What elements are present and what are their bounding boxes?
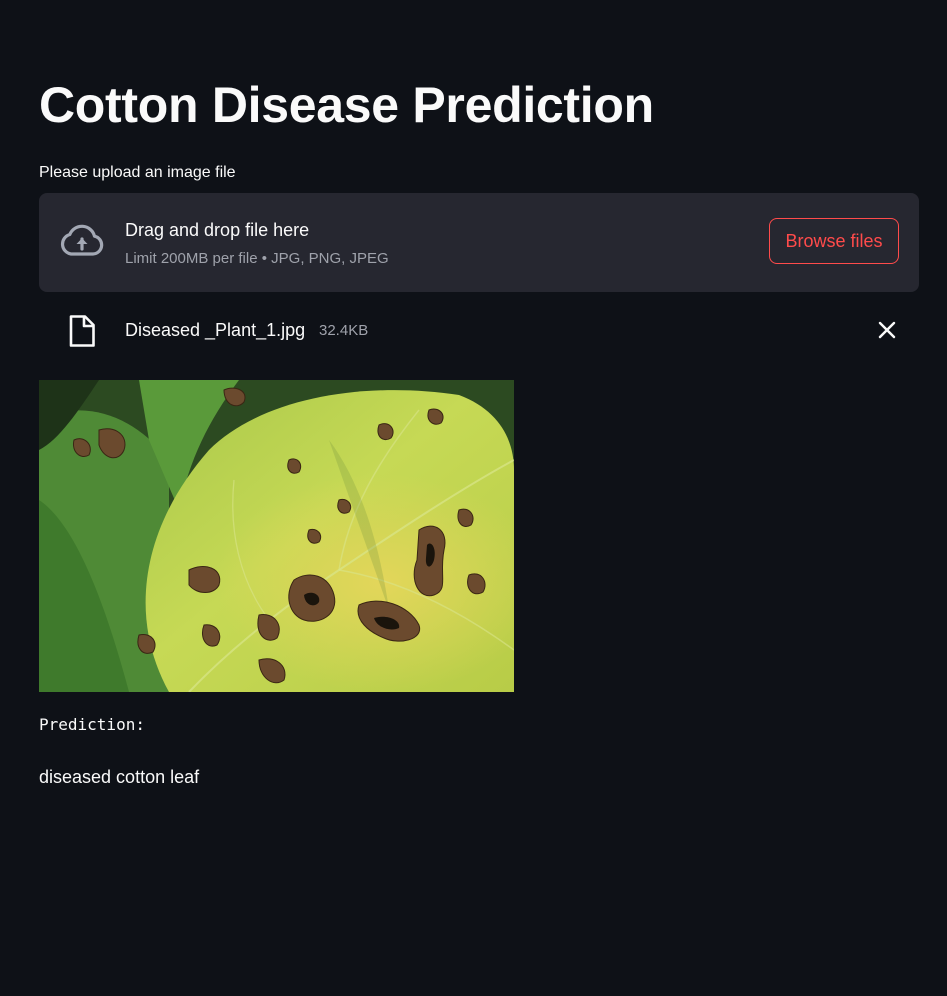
dropzone-limit-text: Limit 200MB per file • JPG, PNG, JPEG: [125, 250, 389, 267]
page-title: Cotton Disease Prediction: [39, 77, 654, 133]
uploaded-file-name: Diseased _Plant_1.jpg: [125, 320, 306, 340]
uploaded-file-row: Diseased _Plant_1.jpg 32.4KB: [39, 306, 919, 354]
uploaded-file-size: 32.4KB: [319, 322, 369, 339]
prediction-label: Prediction:: [39, 715, 145, 734]
uploaded-leaf-image: [39, 380, 514, 692]
upload-label: Please upload an image file: [39, 164, 236, 181]
file-icon: [69, 315, 95, 347]
close-icon[interactable]: [877, 320, 897, 340]
prediction-result: diseased cotton leaf: [39, 767, 200, 787]
browse-files-button[interactable]: Browse files: [769, 218, 899, 264]
app-main: Cotton Disease Prediction Please upload …: [0, 0, 947, 996]
file-dropzone[interactable]: Drag and drop file here Limit 200MB per …: [39, 193, 919, 292]
dropzone-title: Drag and drop file here: [125, 220, 310, 240]
cloud-upload-icon: [60, 224, 104, 256]
